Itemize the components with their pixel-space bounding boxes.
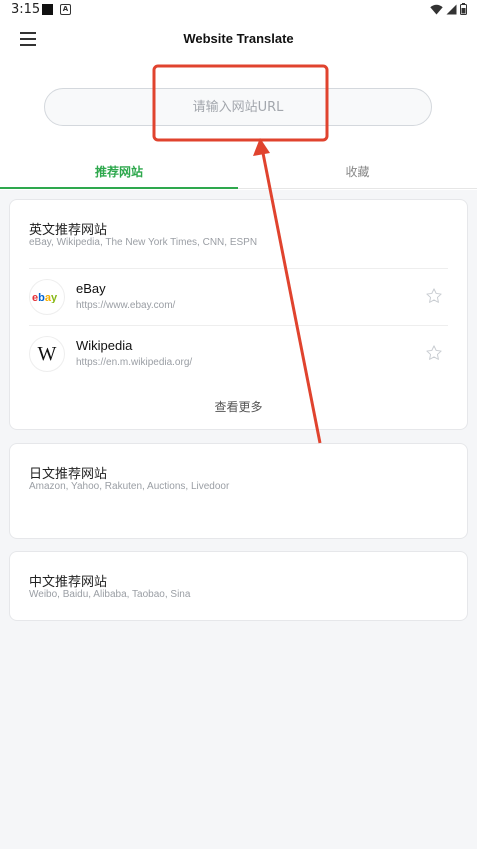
wikipedia-logo-text: W — [37, 342, 57, 365]
wifi-icon — [430, 4, 443, 14]
site-name: eBay — [76, 281, 106, 296]
svg-text:ebay: ebay — [32, 292, 58, 303]
tab-favorites[interactable]: 收藏 — [238, 157, 477, 189]
battery-icon — [460, 3, 467, 15]
section-title: 日文推荐网站 — [29, 467, 108, 482]
ebay-logo: ebay — [29, 279, 65, 315]
site-item-wikipedia[interactable]: W Wikipedia https://en.m.wikipedia.org/ — [10, 326, 467, 382]
page-title: Website Translate — [183, 31, 294, 46]
site-item-ebay[interactable]: ebay eBay https://www.ebay.com/ — [10, 269, 467, 325]
a-icon: A — [60, 4, 71, 15]
section-subtitle: Weibo, Baidu, Alibaba, Taobao, Sina — [29, 589, 191, 600]
url-search-input[interactable] — [44, 88, 432, 126]
status-time: 3:15 — [11, 2, 41, 17]
site-name: Wikipedia — [76, 338, 133, 353]
see-more-button[interactable]: 查看更多 — [10, 398, 467, 415]
tab-recommended-sites[interactable]: 推荐网站 — [0, 157, 238, 189]
section-card-chinese[interactable]: 中文推荐网站 Weibo, Baidu, Alibaba, Taobao, Si… — [9, 551, 468, 621]
section-card-english: 英文推荐网站 eBay, Wikipedia, The New York Tim… — [9, 199, 468, 430]
wikipedia-logo: W — [29, 336, 65, 372]
section-subtitle: eBay, Wikipedia, The New York Times, CNN… — [29, 237, 258, 248]
section-card-japanese[interactable]: 日文推荐网站 Amazon, Yahoo, Rakuten, Auctions,… — [9, 443, 468, 539]
tab-bar: 推荐网站 收藏 — [0, 157, 477, 189]
section-subtitle: Amazon, Yahoo, Rakuten, Auctions, Livedo… — [29, 481, 230, 492]
notification-square-icon — [42, 4, 53, 15]
site-url: https://www.ebay.com/ — [76, 300, 176, 311]
status-icons — [430, 3, 467, 15]
star-icon[interactable] — [425, 344, 443, 362]
site-url: https://en.m.wikipedia.org/ — [76, 357, 193, 368]
status-bar: 3:15 A — [0, 0, 477, 20]
section-title: 中文推荐网站 — [29, 575, 108, 590]
section-title[interactable]: 英文推荐网站 — [29, 219, 107, 238]
star-icon[interactable] — [425, 287, 443, 305]
signal-icon — [446, 4, 457, 14]
